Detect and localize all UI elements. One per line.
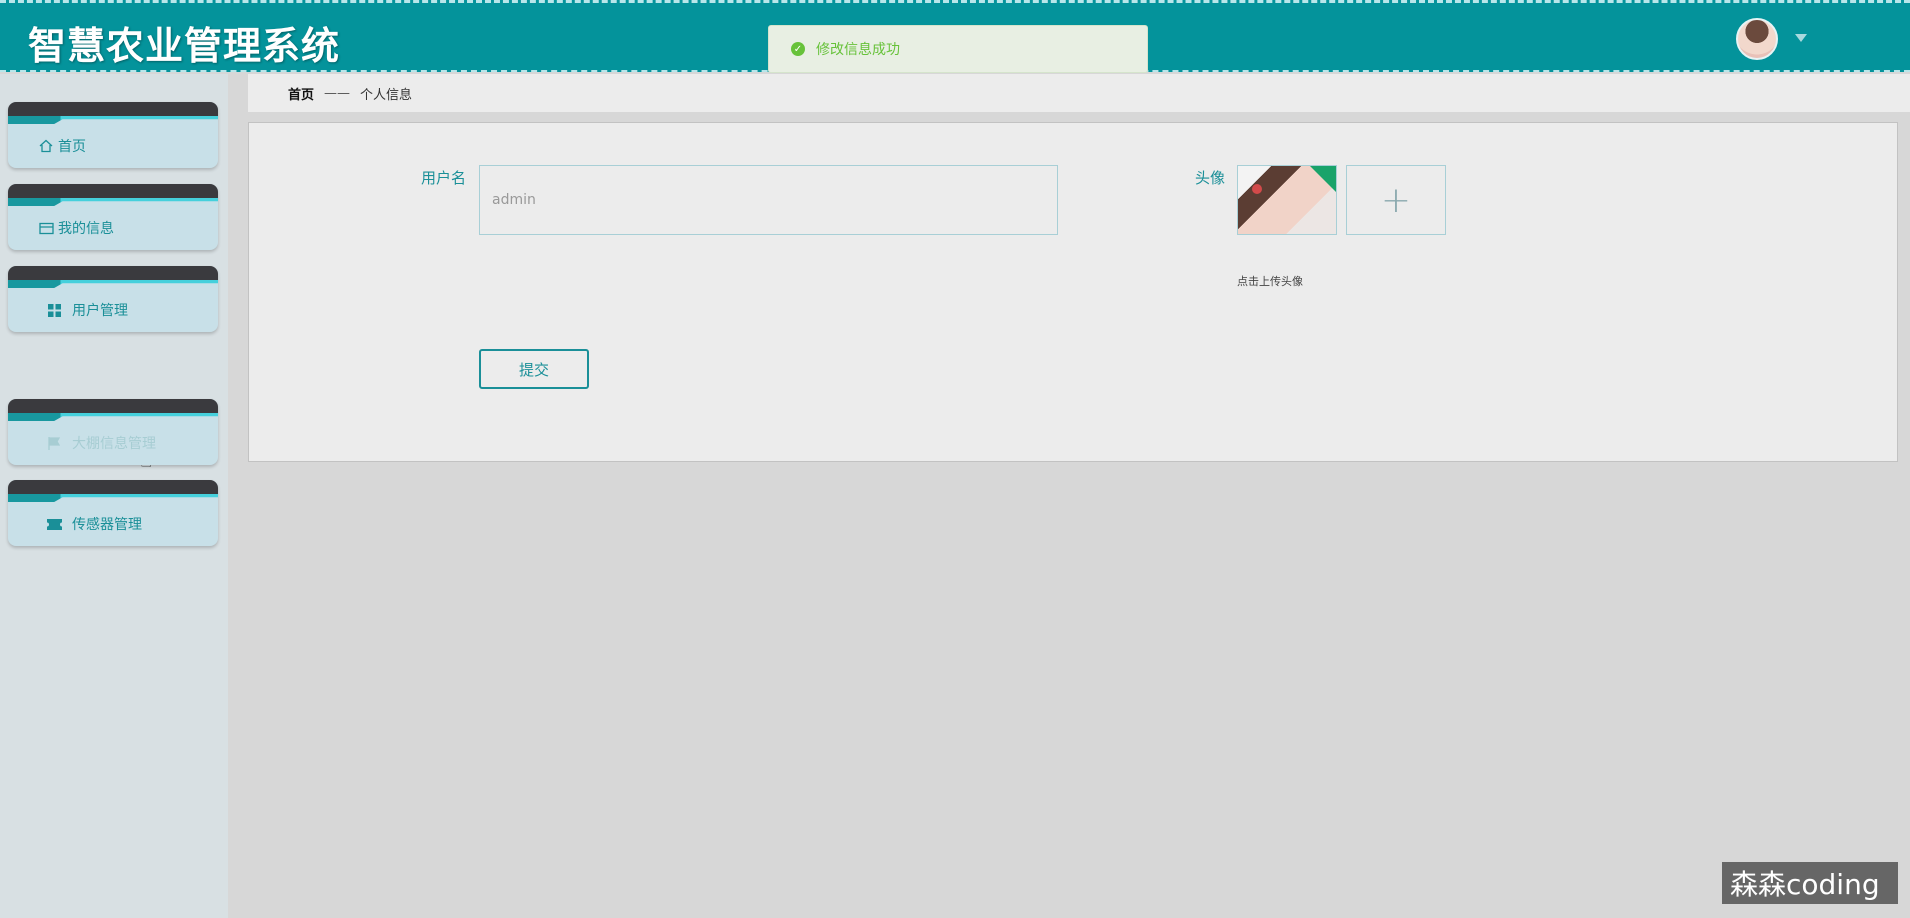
avatar-label: 头像: [1195, 169, 1226, 187]
home-icon: [38, 138, 54, 154]
watermark: 森森coding: [1722, 862, 1898, 904]
sidebar-item-label: 首页: [58, 139, 86, 155]
upload-hint: 点击上传头像: [1237, 275, 1303, 288]
sidebar-item-label: 我的信息: [58, 221, 114, 237]
breadcrumb-separator: ——: [324, 85, 351, 101]
username-label: 用户名: [421, 169, 467, 187]
success-check-icon: ✓: [791, 42, 805, 56]
sidebar-item-label: 大棚信息管理: [72, 436, 156, 452]
upload-avatar-button[interactable]: +: [1346, 165, 1446, 235]
sidebar: 首页 我的信息 用户管理 用户 ☝ 大棚信息管理: [0, 74, 228, 918]
sidebar-item-home[interactable]: 首页: [8, 102, 218, 168]
wallet-icon: [38, 220, 54, 236]
sidebar-item-user-management[interactable]: 用户管理: [8, 266, 218, 332]
breadcrumb-current: 个人信息: [360, 87, 413, 103]
success-toast: ✓ 修改信息成功: [768, 25, 1148, 73]
caret-down-icon[interactable]: [1795, 34, 1807, 42]
breadcrumb-home[interactable]: 首页: [288, 84, 314, 103]
username-input[interactable]: admin: [479, 165, 1058, 235]
sidebar-item-label: 用户管理: [72, 303, 128, 319]
breadcrumb: 首页 —— 个人信息: [248, 74, 1910, 112]
submit-button[interactable]: 提交: [479, 349, 589, 389]
flag-icon: [46, 435, 62, 451]
top-header: 智慧农业管理系统 ✓ 修改信息成功: [0, 0, 1910, 73]
ticket-icon: [46, 516, 62, 532]
app-title: 智慧农业管理系统: [28, 24, 341, 68]
avatar-preview[interactable]: [1237, 165, 1337, 235]
sidebar-item-sensor-management[interactable]: 传感器管理: [8, 480, 218, 546]
user-avatar[interactable]: [1736, 18, 1778, 60]
sidebar-item-greenhouse-management[interactable]: 大棚信息管理: [8, 399, 218, 465]
grid-icon: [46, 302, 62, 318]
profile-form-panel: 用户名 admin 头像 + 点击上传头像 提交: [248, 122, 1898, 462]
toast-message: 修改信息成功: [816, 42, 900, 58]
sidebar-item-label: 传感器管理: [72, 517, 142, 533]
plus-icon: +: [1380, 179, 1412, 221]
sidebar-item-my-info[interactable]: 我的信息: [8, 184, 218, 250]
